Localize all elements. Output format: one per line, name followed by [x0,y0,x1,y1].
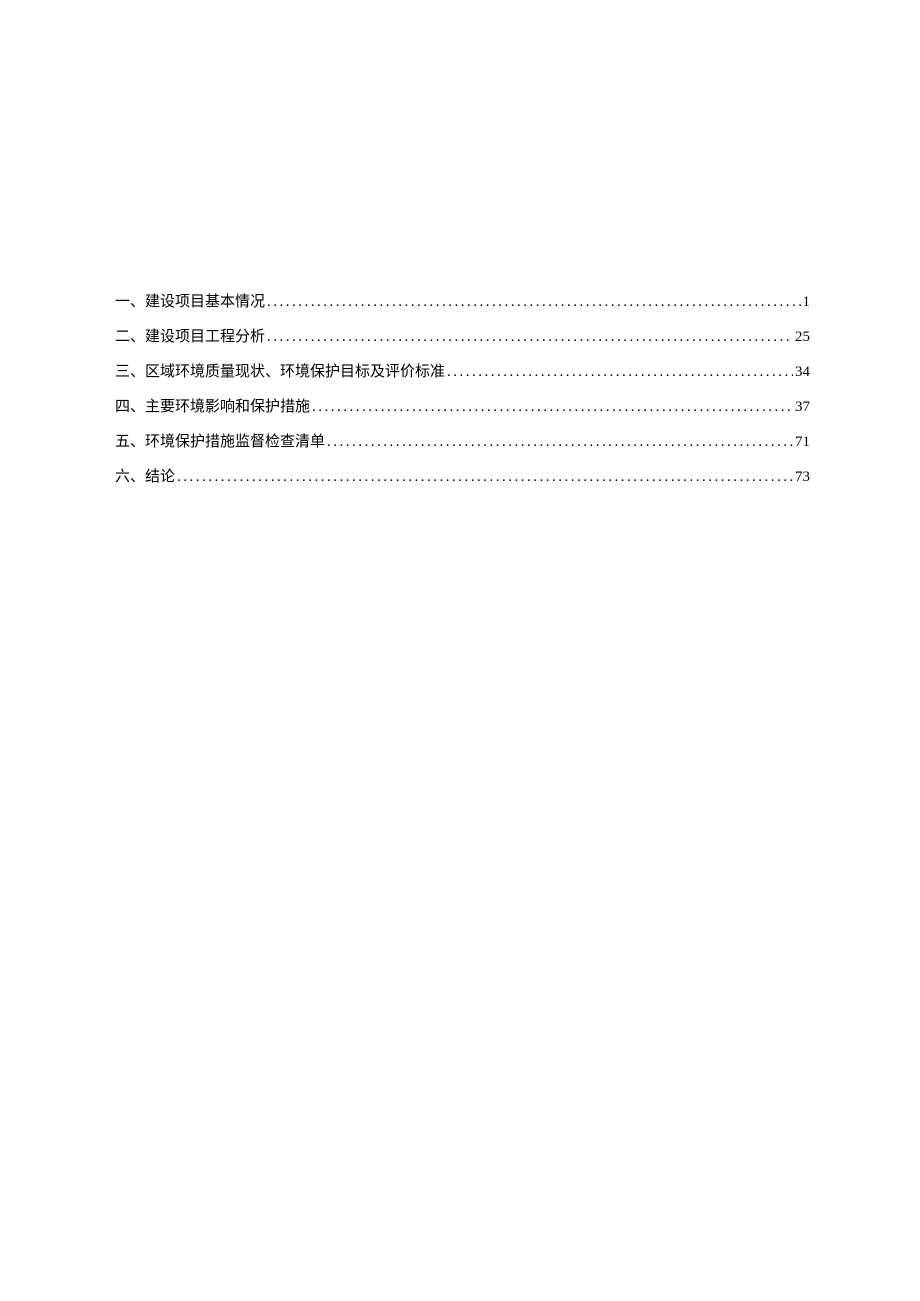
document-page: 一、建设项目基本情况 1 二、建设项目工程分析 25 三、区域环境质量现状、环境… [0,0,920,486]
toc-leader [267,294,800,311]
toc-title: 三、区域环境质量现状、环境保护目标及评价标准 [115,360,445,381]
toc-page: 1 [803,294,811,311]
toc-title: 六、结论 [115,465,175,486]
toc-entry: 三、区域环境质量现状、环境保护目标及评价标准 34 [115,360,810,381]
toc-title: 一、建设项目基本情况 [115,290,265,311]
toc-entry: 六、结论 73 [115,465,810,486]
toc-leader [447,364,793,381]
toc-page: 37 [795,399,810,416]
toc-entry: 四、主要环境影响和保护措施 37 [115,395,810,416]
toc-entry: 一、建设项目基本情况 1 [115,290,810,311]
toc-leader [327,434,793,451]
table-of-contents: 一、建设项目基本情况 1 二、建设项目工程分析 25 三、区域环境质量现状、环境… [115,290,810,486]
toc-page: 73 [795,469,810,486]
toc-leader [177,469,793,486]
toc-entry: 五、环境保护措施监督检查清单 71 [115,430,810,451]
toc-leader [267,329,793,346]
toc-title: 四、主要环境影响和保护措施 [115,395,310,416]
toc-leader [312,399,793,416]
toc-entry: 二、建设项目工程分析 25 [115,325,810,346]
toc-title: 二、建设项目工程分析 [115,325,265,346]
toc-title: 五、环境保护措施监督检查清单 [115,430,325,451]
toc-page: 34 [795,364,810,381]
toc-page: 25 [795,329,810,346]
toc-page: 71 [795,434,810,451]
